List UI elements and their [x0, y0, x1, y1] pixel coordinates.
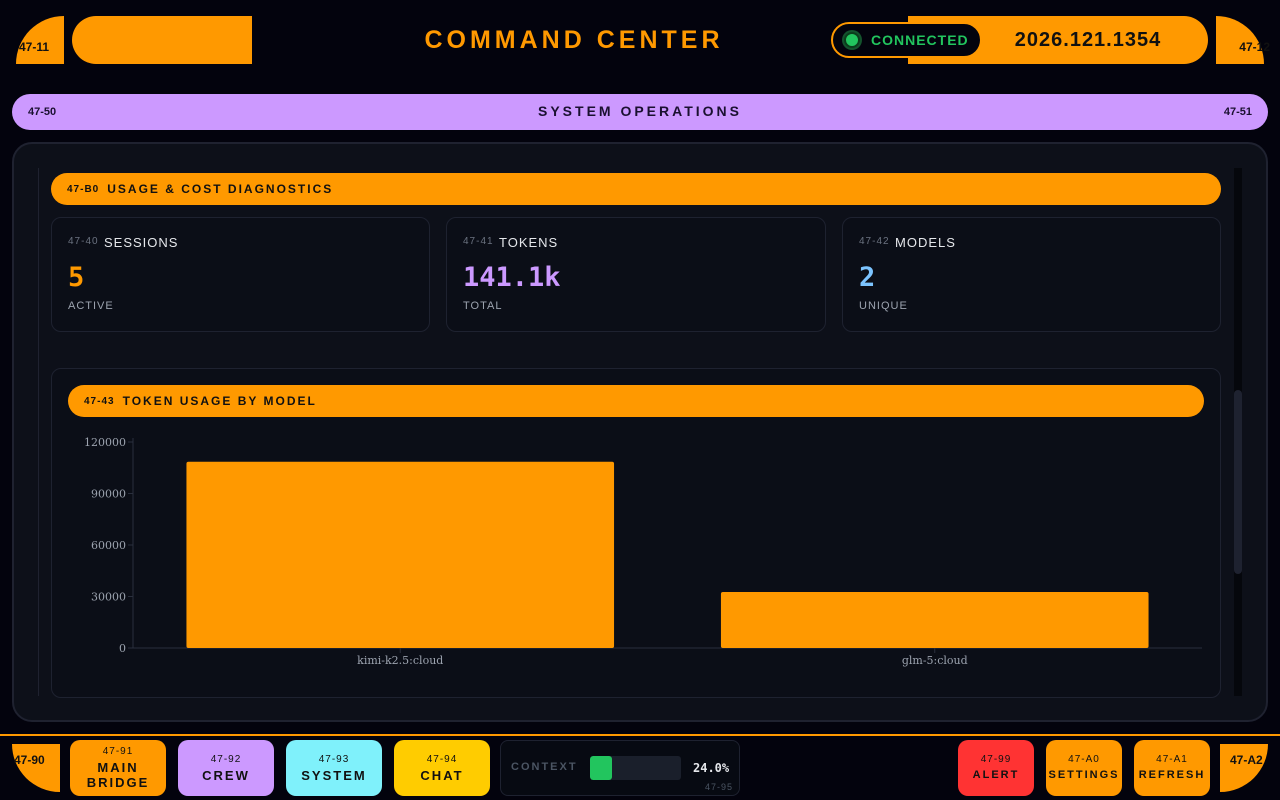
context-progress-fill — [590, 756, 612, 780]
button-label: MAIN BRIDGE — [86, 760, 150, 790]
header-right-code: 47-12 — [1239, 40, 1270, 54]
system-button[interactable]: 47-93 SYSTEM — [286, 740, 382, 796]
footer-right-code: 47-A2 — [1230, 753, 1263, 767]
system-bar-title: SYSTEM OPERATIONS — [538, 103, 742, 119]
x-tick-label: glm-5:cloud — [902, 654, 968, 667]
button-label: ALERT — [972, 768, 1020, 781]
button-label: SETTINGS — [1048, 768, 1120, 781]
context-progress-bar — [590, 756, 681, 780]
header-elbow-left: 47-11 — [16, 16, 64, 64]
diagnostics-header: 47-B0 USAGE & COST DIAGNOSTICS — [51, 173, 1221, 205]
button-code: 47-94 — [426, 753, 458, 765]
status-dot-icon — [844, 32, 860, 48]
alert-button[interactable]: 47-99 ALERT — [958, 740, 1034, 796]
header-left-code: 47-11 — [19, 40, 50, 54]
stardate: 2026.121.1354 — [1014, 29, 1162, 51]
button-code: 47-91 — [102, 746, 134, 757]
card-code: 47-41 — [463, 236, 494, 247]
button-code: 47-93 — [318, 753, 350, 765]
y-tick-label: 0 — [119, 642, 126, 655]
y-tick-label: 60000 — [91, 539, 126, 552]
card-sublabel: TOTAL — [463, 300, 503, 312]
models-card: 47-42 MODELS 2 UNIQUE — [842, 217, 1221, 332]
sessions-value: 5 — [68, 262, 85, 293]
context-label: CONTEXT — [511, 761, 578, 773]
system-bar-right-code: 47-51 — [1223, 106, 1252, 118]
card-sublabel: UNIQUE — [859, 300, 908, 312]
diagnostics-title: USAGE & COST DIAGNOSTICS — [107, 182, 334, 196]
button-label: CHAT — [420, 767, 464, 783]
scrollbar-thumb[interactable] — [1234, 390, 1242, 574]
y-tick-label: 30000 — [91, 591, 126, 604]
system-operations-bar: 47-50 SYSTEM OPERATIONS 47-51 — [12, 94, 1268, 130]
token-usage-panel: 47-43 TOKEN USAGE BY MODEL 0 30000 60000 90… — [51, 368, 1221, 698]
header-elbow-right: 47-12 — [1216, 16, 1270, 64]
token-usage-chart: 0 30000 60000 90000 120000 kimi-k2.5:cloud glm… — [84, 436, 1202, 667]
button-label: REFRESH — [1138, 768, 1206, 781]
page-title: COMMAND CENTER — [424, 26, 724, 54]
models-value: 2 — [859, 262, 876, 293]
card-code: 47-40 — [68, 236, 99, 247]
connection-status-badge: CONNECTED — [831, 22, 982, 58]
refresh-button[interactable]: 47-A1 REFRESH — [1134, 740, 1210, 796]
y-tick-label: 90000 — [91, 488, 126, 501]
button-label: CREW — [202, 767, 250, 783]
button-code: 47-A0 — [1068, 753, 1100, 765]
card-code: 47-42 — [859, 236, 890, 247]
card-sublabel: ACTIVE — [68, 300, 114, 312]
footer-elbow-left: 47-90 — [12, 744, 60, 792]
sessions-card: 47-40 SESSIONS 5 ACTIVE — [51, 217, 430, 332]
bottom-divider — [0, 734, 1280, 736]
context-percent: 24.0% — [693, 761, 730, 775]
card-label: TOKENS — [499, 235, 559, 250]
button-code: 47-A1 — [1156, 753, 1188, 765]
card-label: MODELS — [895, 235, 956, 250]
card-label: SESSIONS — [104, 235, 179, 250]
tokens-value: 141.1k — [463, 262, 561, 293]
diagnostics-code: 47-B0 — [67, 183, 100, 195]
connection-status-text: CONNECTED — [871, 32, 969, 48]
chat-button[interactable]: 47-94 CHAT — [394, 740, 490, 796]
context-meter: CONTEXT 24.0% 47-95 — [500, 740, 740, 796]
button-label: SYSTEM — [301, 767, 367, 783]
button-code: 47-92 — [210, 753, 242, 765]
tokens-card: 47-41 TOKENS 141.1k TOTAL — [446, 217, 826, 332]
button-code: 47-99 — [980, 753, 1012, 765]
x-tick-label: kimi-k2.5:cloud — [357, 654, 443, 667]
footer-elbow-right: 47-A2 — [1220, 744, 1268, 792]
y-tick-label: 120000 — [84, 436, 126, 449]
main-bridge-button[interactable]: 47-91 MAIN BRIDGE — [70, 740, 166, 796]
settings-button[interactable]: 47-A0 SETTINGS — [1046, 740, 1122, 796]
context-code: 47-95 — [704, 782, 733, 792]
header-left-pill — [72, 16, 252, 64]
crew-button[interactable]: 47-92 CREW — [178, 740, 274, 796]
footer-left-code: 47-90 — [14, 753, 45, 767]
bar — [720, 592, 1149, 648]
bar — [186, 461, 615, 648]
